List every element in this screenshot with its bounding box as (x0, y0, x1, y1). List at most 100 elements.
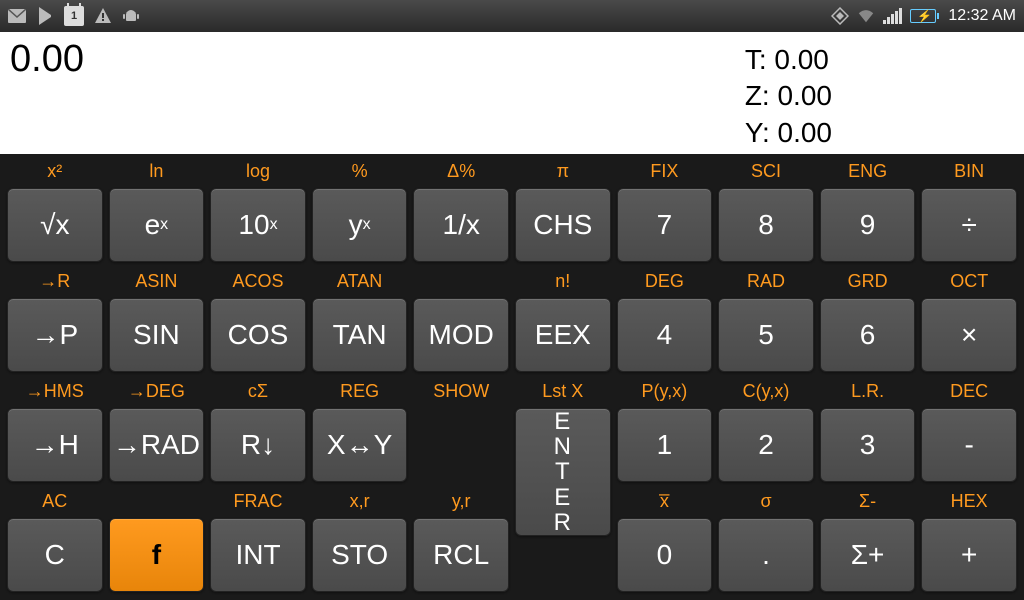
int-button[interactable]: INT (210, 518, 306, 592)
keypad: x²√xlnexlog10x%yxΔ%1/xπCHSFIX7SCI8ENG9BI… (0, 154, 1024, 600)
mail-icon (8, 7, 26, 25)
digit-7-button[interactable]: 7 (617, 188, 713, 262)
key-cell-reciprocal: Δ%1/x (410, 156, 512, 266)
digit-5-button[interactable]: 5 (718, 298, 814, 372)
digit-1-button[interactable]: 1 (617, 408, 713, 482)
shift-label-y-x: % (309, 156, 411, 186)
rcl-button[interactable]: RCL (413, 518, 509, 592)
enter-button[interactable]: ENTER (515, 408, 611, 536)
stack-z: Z: 0.00 (745, 78, 832, 114)
status-right: ⚡ 12:32 AM (831, 7, 1016, 25)
warning-icon (94, 7, 112, 25)
shift-label-digit-7: FIX (614, 156, 716, 186)
shift-f-button[interactable]: f (109, 518, 205, 592)
roll-down-button[interactable]: R↓ (210, 408, 306, 482)
shift-label-int: FRAC (207, 486, 309, 516)
clear-button[interactable]: C (7, 518, 103, 592)
key-cell-digit-0: x̅0 (614, 486, 716, 596)
shift-label-digit-6: GRD (817, 266, 919, 296)
key-cell-to-polar: →R→P (4, 266, 106, 376)
status-bar: 1 ⚡ 12:32 AM (0, 0, 1024, 32)
shift-label-digit-4: DEG (614, 266, 716, 296)
cos-button[interactable]: COS (210, 298, 306, 372)
key-cell-blank: SHOW (410, 376, 512, 486)
key-cell-digit-7: FIX7 (614, 156, 716, 266)
shift-label-digit-1: P(y,x) (614, 376, 716, 406)
shift-label-ten-x: log (207, 156, 309, 186)
key-cell-add: HEX+ (918, 486, 1020, 596)
sigma-plus-button[interactable]: Σ+ (820, 518, 916, 592)
digit-8-button[interactable]: 8 (718, 188, 814, 262)
ten-x-button[interactable]: 10x (210, 188, 306, 262)
y-x-button[interactable]: yx (312, 188, 408, 262)
key-cell-tan: ATANTAN (309, 266, 411, 376)
reciprocal-button[interactable]: 1/x (413, 188, 509, 262)
mod-button[interactable]: MOD (413, 298, 509, 372)
shift-label-digit-5: RAD (715, 266, 817, 296)
key-cell-exp: lnex (106, 156, 208, 266)
key-cell-sin: ASINSIN (106, 266, 208, 376)
to-rad-button[interactable]: →RAD (109, 408, 205, 482)
key-cell-shift-f: f (106, 486, 208, 596)
subtract-button[interactable]: - (921, 408, 1017, 482)
digit-0-button[interactable]: 0 (617, 518, 713, 592)
shift-label-enter: Lst X (512, 376, 614, 406)
key-cell-sigma-plus: Σ-Σ+ (817, 486, 919, 596)
to-h-button[interactable]: →H (7, 408, 103, 482)
eex-button[interactable]: EEX (515, 298, 611, 372)
signal-icon (883, 8, 902, 24)
shift-label-digit-0: x̅ (614, 486, 716, 516)
shift-label-subtract: DEC (918, 376, 1020, 406)
rows-3-4: →HMS→H→DEG→RADcΣR↓REGX↔YSHOWLst XENTERP(… (4, 376, 1020, 596)
shift-label-eex: n! (512, 266, 614, 296)
add-button[interactable]: + (921, 518, 1017, 592)
key-cell-digit-9: ENG9 (817, 156, 919, 266)
shift-label-to-polar: →R (4, 266, 106, 296)
sqrt-button[interactable]: √x (7, 188, 103, 262)
shift-label-clear: AC (4, 486, 106, 516)
key-cell-to-rad: →DEG→RAD (106, 376, 208, 486)
divide-button[interactable]: ÷ (921, 188, 1017, 262)
decimal-button[interactable]: . (718, 518, 814, 592)
key-cell-y-x: %yx (309, 156, 411, 266)
to-polar-button[interactable]: →P (7, 298, 103, 372)
shift-label-to-rad: →DEG (106, 376, 208, 406)
sin-button[interactable]: SIN (109, 298, 205, 372)
tan-button[interactable]: TAN (312, 298, 408, 372)
swap-xy-button[interactable]: X↔Y (312, 408, 408, 482)
display-stack: T: 0.00 Z: 0.00 Y: 0.00 (745, 42, 832, 151)
shift-label-divide: BIN (918, 156, 1020, 186)
digit-3-button[interactable]: 3 (820, 408, 916, 482)
key-cell-roll-down: cΣR↓ (207, 376, 309, 486)
shift-label-digit-8: SCI (715, 156, 817, 186)
key-cell-sto: x,rSTO (309, 486, 411, 596)
key-cell-clear: ACC (4, 486, 106, 596)
digit-9-button[interactable]: 9 (820, 188, 916, 262)
stack-y: Y: 0.00 (745, 115, 832, 151)
shift-label-blank: SHOW (410, 376, 512, 406)
key-cell-to-h: →HMS→H (4, 376, 106, 486)
shift-label-sqrt: x² (4, 156, 106, 186)
digit-6-button[interactable]: 6 (820, 298, 916, 372)
key-cell-rcl: y,rRCL (410, 486, 512, 596)
digit-4-button[interactable]: 4 (617, 298, 713, 372)
shift-label-digit-9: ENG (817, 156, 919, 186)
key-cell-cos: ACOSCOS (207, 266, 309, 376)
row-1: x²√xlnexlog10x%yxΔ%1/xπCHSFIX7SCI8ENG9BI… (4, 156, 1020, 266)
key-cell-ten-x: log10x (207, 156, 309, 266)
key-cell-multiply: OCT× (918, 266, 1020, 376)
status-time: 12:32 AM (948, 7, 1016, 25)
sto-button[interactable]: STO (312, 518, 408, 592)
digit-2-button[interactable]: 2 (718, 408, 814, 482)
shift-label-roll-down: cΣ (207, 376, 309, 406)
display-main-value: 0.00 (10, 38, 84, 81)
key-cell-digit-1: P(y,x)1 (614, 376, 716, 486)
key-cell-digit-3: L.R.3 (817, 376, 919, 486)
chs-button[interactable]: CHS (515, 188, 611, 262)
battery-icon: ⚡ (910, 9, 936, 23)
exp-button[interactable]: ex (109, 188, 205, 262)
shift-label-chs: π (512, 156, 614, 186)
wifi-icon (857, 7, 875, 25)
multiply-button[interactable]: × (921, 298, 1017, 372)
key-cell-int: FRACINT (207, 486, 309, 596)
